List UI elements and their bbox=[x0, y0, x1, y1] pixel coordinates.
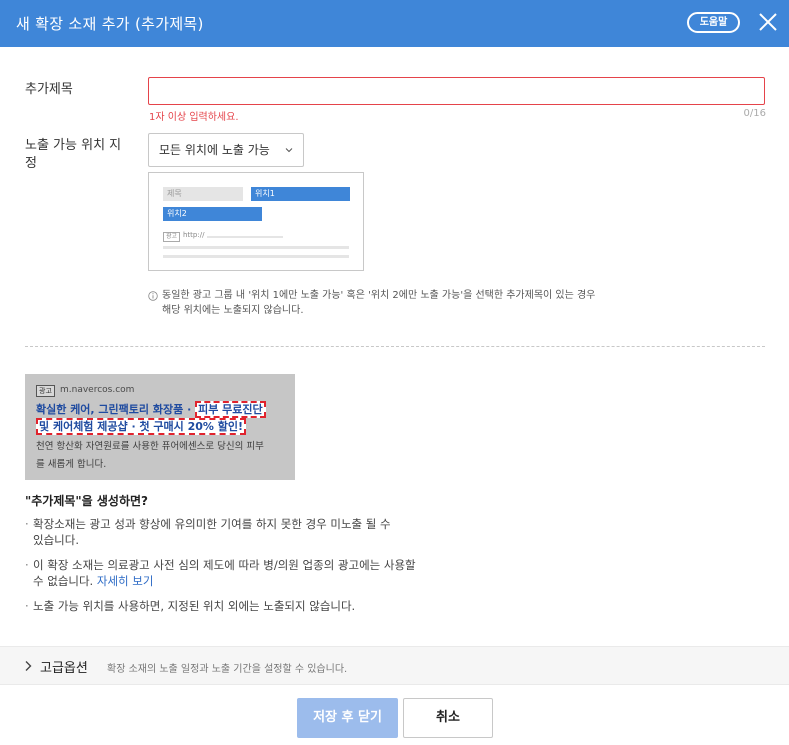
info-line-1: 동일한 광고 그룹 내 '위치 1에만 노출 가능' 혹은 '위치 2에만 노출… bbox=[162, 290, 596, 301]
title-char-counter: 0/16 bbox=[743, 108, 766, 119]
preview-ad-tag: 광고 bbox=[163, 232, 181, 242]
advanced-options-toggle[interactable]: 고급옵션 확장 소재의 노출 일정과 노출 기간을 설정할 수 있습니다. bbox=[0, 646, 789, 685]
faq-bullet-1: 확장소재는 광고 성과 향상에 유의미한 기여를 하지 못한 경우 미노출 될 … bbox=[25, 516, 485, 548]
faq-bullet-3: 노출 가능 위치를 사용하면, 지정된 위치 외에는 노출되지 않습니다. bbox=[25, 598, 485, 614]
dialog-title: 새 확장 소재 추가 (추가제목) bbox=[16, 15, 204, 33]
advanced-options-label: 고급옵션 bbox=[40, 661, 88, 676]
example-headline-text: 확실한 케어, 그린팩토리 화장품 bbox=[36, 403, 184, 416]
example-highlight-2: 및 케어체험 제공샵 · 첫 구매시 20% 할인! bbox=[36, 418, 247, 435]
example-description: 천연 항산화 자연원료를 사용한 퓨어에센스로 당신의 피부 를 새롭게 합니다… bbox=[36, 438, 288, 474]
title-input[interactable] bbox=[148, 77, 765, 105]
example-headline-line2: 및 케어체험 제공샵 · 첫 구매시 20% 할인! bbox=[36, 417, 296, 436]
section-divider bbox=[25, 346, 765, 347]
advanced-options-description: 확장 소재의 노출 일정과 노출 기간을 설정할 수 있습니다. bbox=[107, 664, 348, 675]
position-field-label: 노출 가능 위치 지 정 bbox=[25, 137, 143, 173]
preview-desc-line bbox=[163, 255, 349, 258]
preview-position-2: 위치2 bbox=[163, 207, 262, 221]
close-icon[interactable] bbox=[756, 10, 780, 34]
example-highlight-1: 피부 무료진단 bbox=[195, 401, 266, 418]
cancel-button[interactable]: 취소 bbox=[403, 698, 493, 738]
info-line-2: 해당 위치에는 노출되지 않습니다. bbox=[162, 305, 304, 316]
preview-position-1: 위치1 bbox=[251, 187, 350, 201]
details-link[interactable]: 자세히 보기 bbox=[97, 574, 154, 588]
info-icon bbox=[148, 291, 158, 301]
position-field-label-line1: 노출 가능 위치 지 bbox=[25, 138, 122, 153]
chevron-right-icon bbox=[25, 661, 32, 671]
example-ad-tag: 광고 bbox=[36, 385, 55, 397]
example-desc-line1: 천연 항산화 자연원료를 사용한 퓨어에센스로 당신의 피부 bbox=[36, 441, 264, 452]
faq-bullet-2-line2: 수 없습니다. bbox=[33, 574, 94, 588]
save-and-close-button[interactable]: 저장 후 닫기 bbox=[297, 698, 398, 738]
position-preview: 제목 위치1 위치2 광고 http:// bbox=[148, 172, 364, 271]
example-desc-line2: 를 새롭게 합니다. bbox=[36, 459, 107, 470]
preview-url: http:// bbox=[183, 231, 205, 239]
faq-bullet-1-line2: 있습니다. bbox=[33, 533, 79, 547]
example-domain: m.navercos.com bbox=[60, 385, 135, 395]
title-error-message: 1자 이상 입력하세요. bbox=[149, 112, 239, 123]
position-select-value: 모든 위치에 노출 가능 bbox=[159, 143, 270, 157]
preview-desc-line bbox=[163, 246, 349, 249]
position-field-label-line2: 정 bbox=[25, 156, 37, 171]
help-button[interactable]: 도움말 bbox=[687, 12, 740, 33]
position-info-text: 동일한 광고 그룹 내 '위치 1에만 노출 가능' 혹은 '위치 2에만 노출… bbox=[162, 288, 682, 318]
faq-title: "추가제목"을 생성하면? bbox=[25, 494, 149, 508]
example-ad-image: 광고 m.navercos.com 확실한 케어, 그린팩토리 화장품 · 피부… bbox=[25, 374, 295, 480]
position-select[interactable]: 모든 위치에 노출 가능 bbox=[148, 133, 304, 167]
faq-bullet-2-line1: 이 확장 소재는 의료광고 사전 심의 제도에 따라 병/의원 업종의 광고에는… bbox=[33, 558, 416, 572]
faq-bullet-1-line1: 확장소재는 광고 성과 향상에 유의미한 기여를 하지 못한 경우 미노출 될 … bbox=[33, 517, 391, 531]
faq-bullet-2: 이 확장 소재는 의료광고 사전 심의 제도에 따라 병/의원 업종의 광고에는… bbox=[25, 557, 485, 589]
preview-url-line bbox=[207, 236, 283, 238]
chevron-down-icon bbox=[285, 148, 293, 153]
example-headline-separator: · bbox=[187, 403, 192, 416]
preview-title-placeholder: 제목 bbox=[163, 187, 243, 201]
title-field-label: 추가제목 bbox=[25, 82, 73, 97]
dialog-header: 새 확장 소재 추가 (추가제목) 도움말 bbox=[0, 0, 789, 47]
